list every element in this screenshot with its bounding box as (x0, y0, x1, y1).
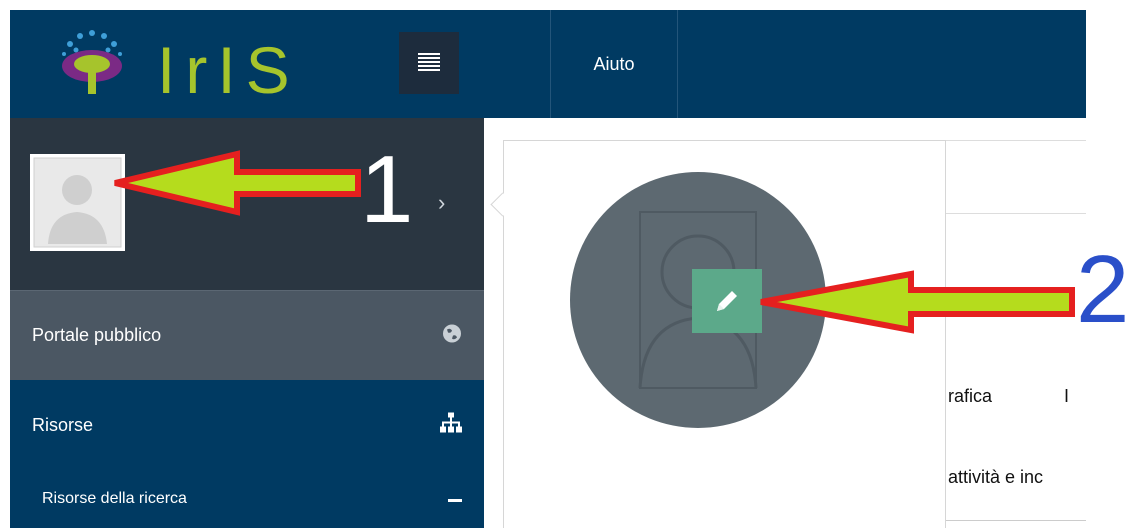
sidebar-item-label: Risorse della ricerca (42, 490, 187, 507)
annotation-arrow-1 (114, 150, 361, 216)
help-link-label: Aiuto (593, 53, 635, 74)
sidebar-item-risorse-della-ricerca[interactable]: Risorse della ricerca (10, 470, 484, 528)
logo-text: IrIS (157, 33, 300, 107)
divider (677, 10, 678, 118)
annotation-label-1: 1 (360, 136, 414, 243)
content-text: attività e inc (948, 467, 1044, 487)
sidebar-item-label: Portale pubblico (32, 325, 162, 345)
help-link[interactable]: Aiuto (551, 10, 677, 118)
sidebar-item-label: Risorse (32, 414, 94, 435)
annotation-label-2: 2 (1076, 236, 1130, 343)
iris-flower-icon (62, 30, 122, 94)
content-text: rafica (948, 386, 993, 406)
chevron-right-icon[interactable]: › (438, 190, 445, 216)
edit-avatar-button[interactable] (692, 269, 762, 333)
content-header (946, 140, 1086, 214)
sidebar-item-risorse[interactable]: Risorse (10, 380, 484, 470)
annotation-arrow-2 (760, 270, 1075, 334)
pencil-icon (717, 291, 737, 311)
content-text: I (1064, 386, 1070, 406)
sitemap-icon (440, 412, 462, 438)
divider (946, 520, 1086, 521)
hamburger-icon (418, 53, 440, 73)
top-bar: IrIS Aiuto (10, 10, 1086, 118)
iris-logo[interactable]: IrIS (50, 24, 290, 107)
menu-toggle-button[interactable] (399, 32, 459, 94)
globe-icon (442, 323, 462, 348)
sidebar-item-portale-pubblico[interactable]: Portale pubblico (10, 290, 484, 380)
minus-icon (448, 490, 462, 508)
